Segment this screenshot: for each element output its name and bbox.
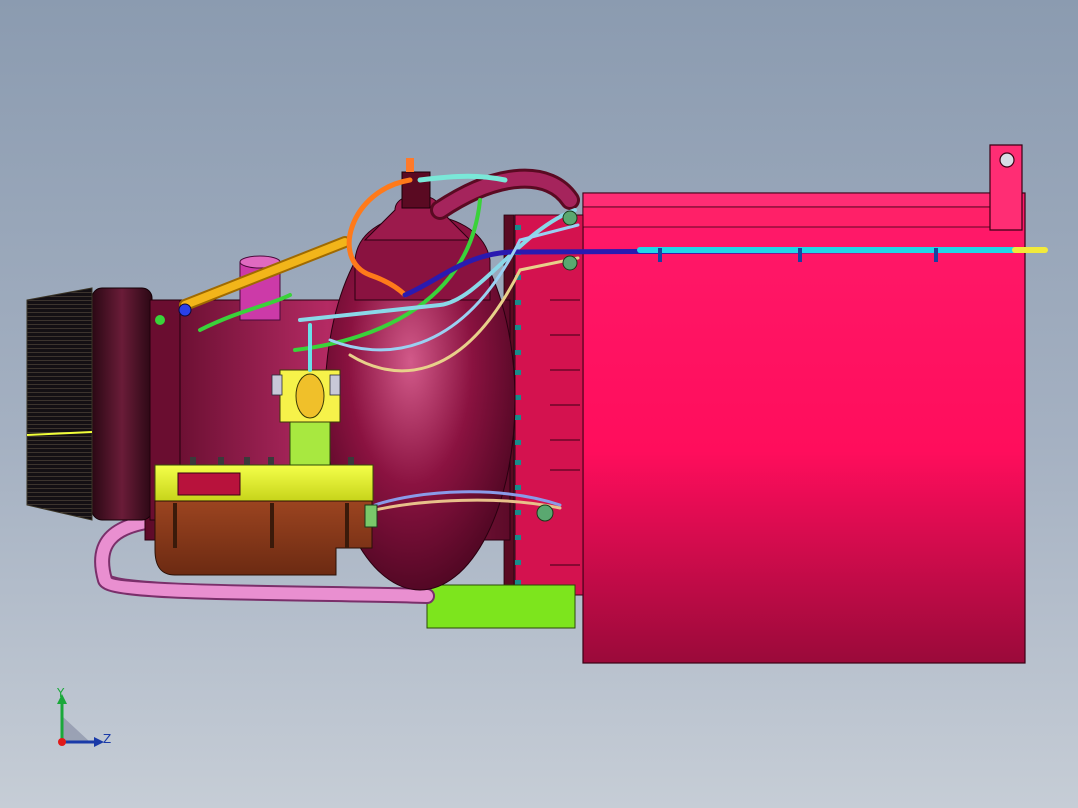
base-plate[interactable] <box>426 584 576 629</box>
y-axis-label: Y <box>57 686 65 700</box>
graphics-viewport[interactable]: Y Z <box>0 0 1078 808</box>
burner-housing[interactable] <box>503 144 1026 664</box>
burner-assembly-model[interactable] <box>0 0 1078 808</box>
z-axis-label: Z <box>103 732 112 746</box>
coordinate-triad <box>57 694 104 747</box>
oil-pump[interactable] <box>154 500 373 576</box>
